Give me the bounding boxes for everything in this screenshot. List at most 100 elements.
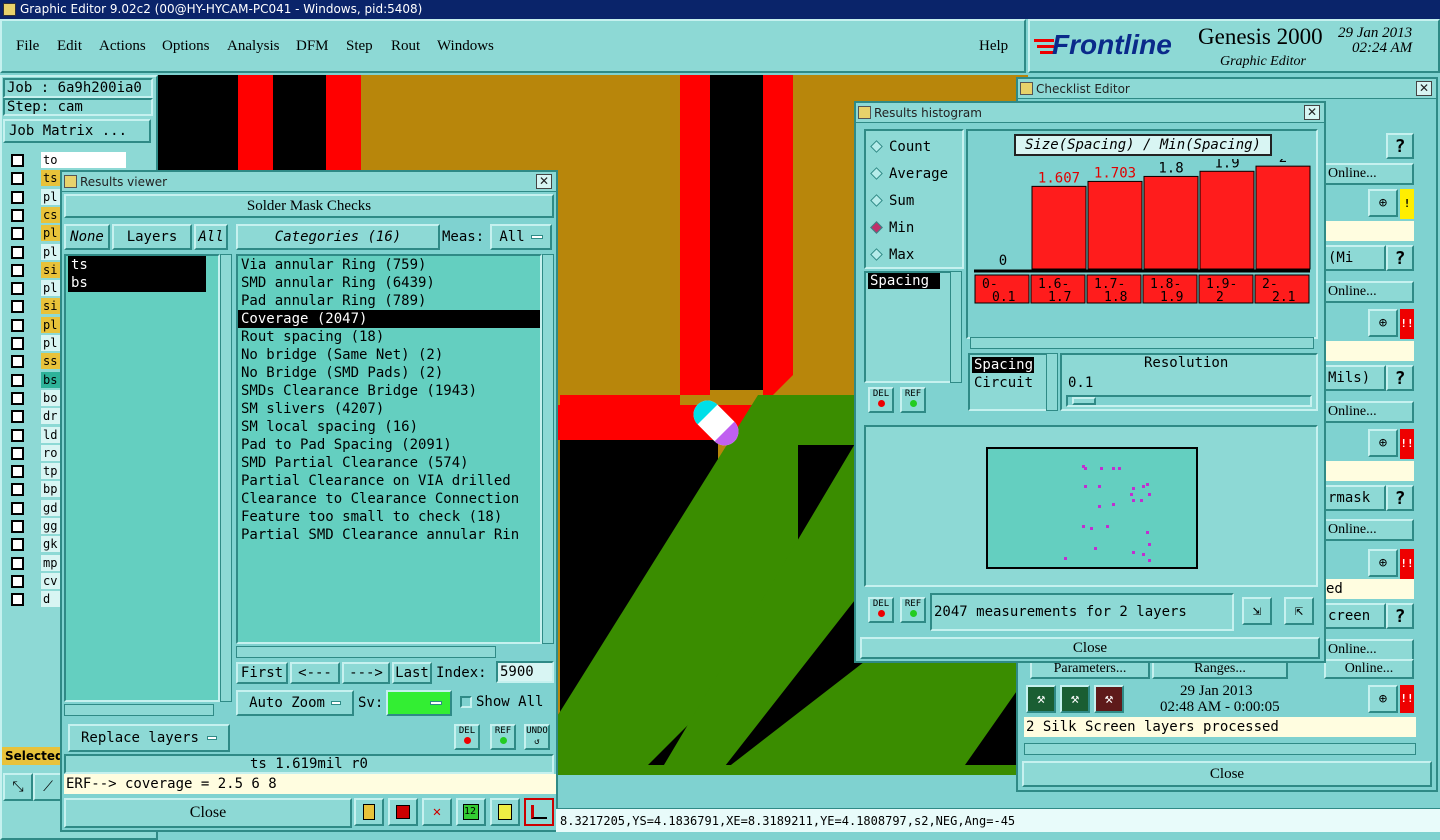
menu-file[interactable]: File	[16, 38, 39, 55]
layer-checkbox[interactable]	[11, 391, 24, 405]
close-icon[interactable]: ✕	[1416, 81, 1432, 96]
layer-checkbox[interactable]	[11, 483, 24, 497]
menu-analysis[interactable]: Analysis	[227, 38, 280, 55]
layer-checkbox[interactable]	[11, 154, 24, 167]
results-layer-list[interactable]: ts bs	[64, 254, 220, 702]
results-viewer-close-button[interactable]: Close	[64, 798, 352, 828]
help-question-icon[interactable]: ?	[1386, 133, 1414, 159]
first-button[interactable]: First	[236, 662, 288, 684]
online-button[interactable]: Online...	[1324, 639, 1414, 661]
help-question-icon[interactable]: ?	[1386, 245, 1414, 271]
layer-row[interactable]: pl	[11, 243, 67, 261]
layer-row[interactable]: bp	[11, 481, 67, 498]
layer-row[interactable]: gk	[11, 536, 67, 553]
hist-del-button[interactable]: DEL	[868, 387, 894, 413]
category-list[interactable]: Via annular Ring (759) SMD annular Ring (…	[236, 254, 542, 644]
help-question-icon[interactable]: ?	[1386, 603, 1414, 629]
histogram-bar[interactable]	[1199, 170, 1255, 270]
hist-ref-button-bottom[interactable]: REF	[900, 597, 926, 623]
checklist-field[interactable]: rmask	[1324, 485, 1386, 511]
layer-checkbox[interactable]	[11, 245, 24, 259]
param-list-scrollbar[interactable]	[1046, 353, 1058, 411]
layer-row[interactable]: ts	[11, 170, 67, 187]
warning-toolbar-icon[interactable]	[354, 798, 384, 826]
stat-option-average[interactable]: Average	[868, 164, 948, 184]
layer-checkbox[interactable]	[11, 556, 24, 570]
layer-checkbox[interactable]	[11, 410, 24, 424]
zoom-results-icon[interactable]: ⊕	[1368, 309, 1398, 337]
category-list-hscrollbar[interactable]	[236, 646, 496, 658]
job-matrix-button[interactable]: Job Matrix ...	[3, 119, 151, 143]
category-item[interactable]: Partial SMD Clearance annular Rin	[238, 526, 540, 544]
resolution-slider[interactable]	[1066, 395, 1312, 407]
layer-checkbox[interactable]	[11, 172, 24, 186]
layer-row[interactable]: bo	[11, 389, 67, 407]
online-button[interactable]: Online...	[1324, 519, 1414, 541]
layer-checkbox[interactable]	[11, 208, 24, 222]
histogram-bar[interactable]	[1255, 165, 1311, 270]
menu-actions[interactable]: Actions	[99, 38, 146, 55]
close-icon[interactable]: ✕	[536, 174, 552, 189]
layer-row[interactable]: gd	[11, 499, 67, 517]
zoom-results-icon[interactable]: ⊕	[1368, 685, 1398, 713]
layer-checkbox[interactable]	[11, 263, 24, 277]
layer-checkbox[interactable]	[11, 574, 24, 588]
layer-checkbox[interactable]	[11, 300, 24, 314]
layer-row[interactable]: pl	[11, 188, 67, 206]
category-item[interactable]: Rout spacing (18)	[238, 328, 540, 346]
layer-row[interactable]: bs	[11, 371, 67, 389]
layer-row[interactable]: ld	[11, 426, 67, 444]
layer-row[interactable]: dr	[11, 408, 67, 425]
layer-row[interactable]: cv	[11, 572, 67, 590]
menu-edit[interactable]: Edit	[57, 38, 82, 55]
category-item[interactable]: SM local spacing (16)	[238, 418, 540, 436]
layer-row[interactable]: to	[11, 152, 126, 169]
number-toolbar-icon[interactable]: 12	[456, 798, 486, 826]
measure-list-scrollbar[interactable]	[950, 271, 962, 383]
layer-row[interactable]: ss	[11, 353, 67, 370]
category-item[interactable]: SMDs Clearance Bridge (1943)	[238, 382, 540, 400]
sv-color-dropdown[interactable]	[386, 690, 452, 716]
layer-list-hscrollbar[interactable]	[64, 704, 214, 716]
stat-option-sum[interactable]: Sum	[868, 191, 914, 211]
run-check-icon[interactable]: ⚒	[1026, 685, 1056, 713]
stop-check-icon[interactable]: ⚒	[1094, 685, 1124, 713]
last-button[interactable]: Last	[392, 662, 432, 684]
layer-row[interactable]: cs	[11, 206, 67, 224]
chart-hscrollbar[interactable]	[970, 337, 1314, 349]
checklist-field[interactable]: creen	[1324, 603, 1386, 629]
results-layer-item[interactable]: ts	[68, 256, 206, 274]
meas-dropdown[interactable]: All	[490, 224, 552, 250]
stat-option-min[interactable]: Min	[868, 218, 914, 238]
notes-toolbar-icon[interactable]	[490, 798, 520, 826]
export-left-icon[interactable]: ⇱	[1284, 597, 1314, 625]
category-item[interactable]: Via annular Ring (759)	[238, 256, 540, 274]
measure-icon[interactable]: ⟋	[33, 773, 63, 801]
zoom-fit-icon[interactable]: ⤡	[3, 773, 33, 801]
category-item[interactable]: SMD Partial Clearance (574)	[238, 454, 540, 472]
show-all-checkbox[interactable]	[460, 696, 472, 708]
category-item[interactable]: No bridge (Same Net) (2)	[238, 346, 540, 364]
category-item[interactable]: Clearance to Clearance Connection	[238, 490, 540, 508]
help-question-icon[interactable]: ?	[1386, 365, 1414, 391]
layer-row[interactable]: pl	[11, 316, 67, 334]
category-item[interactable]: Partial Clearance on VIA drilled	[238, 472, 540, 490]
category-item[interactable]: Pad annular Ring (789)	[238, 292, 540, 310]
next-button[interactable]: --->	[342, 662, 390, 684]
layer-checkbox[interactable]	[11, 446, 24, 460]
menu-windows[interactable]: Windows	[437, 38, 494, 55]
layer-checkbox[interactable]	[11, 318, 24, 332]
layer-row[interactable]: gg	[11, 518, 67, 535]
layer-checkbox[interactable]	[11, 520, 24, 533]
layer-checkbox[interactable]	[11, 227, 24, 241]
prev-button[interactable]: <---	[290, 662, 340, 684]
layer-checkbox[interactable]	[11, 465, 24, 479]
menu-step[interactable]: Step	[346, 38, 373, 55]
layer-row[interactable]: mp	[11, 554, 67, 572]
measure-list-item[interactable]: Spacing	[868, 273, 940, 289]
layer-row[interactable]: pl	[11, 225, 67, 242]
undo-button[interactable]: UNDO ↺	[524, 724, 550, 750]
zoom-results-icon[interactable]: ⊕	[1368, 549, 1398, 577]
stat-option-max[interactable]: Max	[868, 245, 914, 265]
category-item[interactable]: Pad to Pad Spacing (2091)	[238, 436, 540, 454]
